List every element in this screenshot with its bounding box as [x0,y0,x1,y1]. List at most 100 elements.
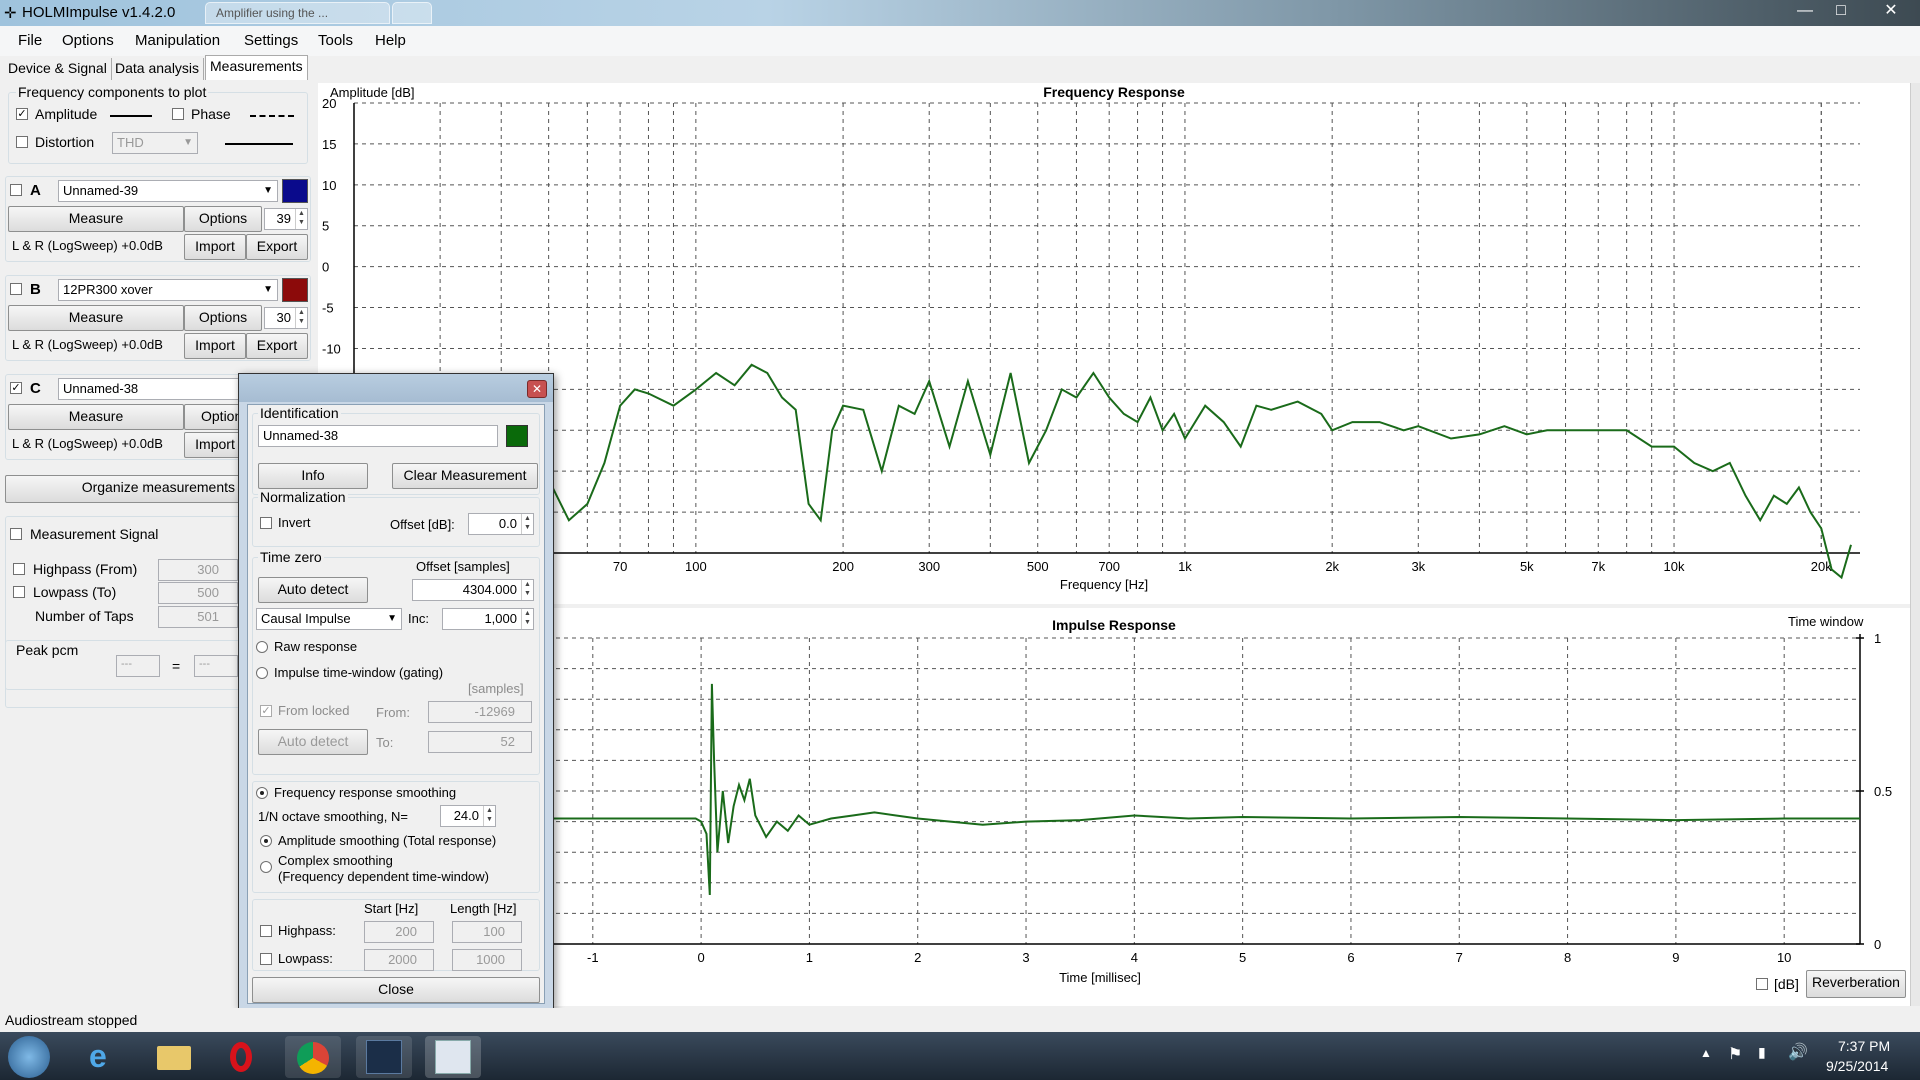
to-input[interactable]: 52 [428,731,532,753]
measurement-b-export-button[interactable]: Export [246,333,308,359]
measurement-signal-checkbox[interactable] [10,528,22,540]
frequency-response-chart[interactable]: Frequency Response Amplitude [dB] 20 15 10 5 0… [318,83,1910,604]
spinner-icon[interactable]: ▲ ▼ [295,209,307,229]
menu-manipulation[interactable]: Manipulation [135,32,220,49]
offset-db-input[interactable]: 0.0 ▲ ▼ [468,513,534,535]
spinner-icon[interactable]: ▲ ▼ [295,308,307,328]
freq-y-tick-label: -10 [322,341,341,356]
measurement-c-checkbox[interactable]: ✓ [10,382,22,394]
minimize-button[interactable]: — [1786,0,1824,22]
amp-smoothing-radio[interactable] [260,835,272,847]
highpass-from-checkbox[interactable] [13,563,25,575]
auto-detect-gating-button[interactable]: Auto detect [258,729,368,755]
menu-settings[interactable]: Settings [244,32,298,49]
smoothing-radio[interactable] [256,787,268,799]
lowpass-start-value: 2000 [388,952,417,967]
close-window-button[interactable]: ✕ [1866,0,1916,22]
measurement-a-count[interactable]: 39 ▲ ▼ [264,208,308,230]
gating-radio[interactable] [256,667,268,679]
measurement-b-import-button[interactable]: Import [184,333,246,359]
menu-tools[interactable]: Tools [318,32,353,49]
auto-detect-button[interactable]: Auto detect [258,577,368,603]
opera-icon[interactable] [216,1036,272,1078]
browser-tab-empty[interactable] [392,2,432,24]
lowpass-length-input[interactable]: 1000 [452,949,522,971]
clock-date[interactable]: 9/25/2014 [1826,1058,1888,1074]
offset-samples-input[interactable]: 4304.000 ▲ ▼ [412,579,534,601]
chrome-icon[interactable] [285,1036,341,1078]
db-checkbox[interactable] [1756,978,1768,990]
tray-arrow-icon[interactable]: ▲ [1700,1046,1712,1060]
measurement-a-checkbox[interactable] [10,184,22,196]
raw-response-radio[interactable] [256,641,268,653]
spinner-icon[interactable]: ▲ ▼ [521,609,533,629]
menu-options[interactable]: Options [62,32,114,49]
measurement-a-export-button[interactable]: Export [246,234,308,260]
menu-file[interactable]: File [18,32,42,49]
from-locked-checkbox[interactable]: ✓ [260,705,272,717]
dialog-color-swatch[interactable] [506,425,528,447]
spinner-icon[interactable]: ▲ ▼ [521,580,533,600]
reverberation-button[interactable]: Reverberation [1806,970,1906,998]
dialog-close-button[interactable]: ✕ [527,380,547,398]
from-input[interactable]: -12969 [428,701,532,723]
complex-smoothing-radio[interactable] [260,861,272,873]
dialog-name-input[interactable]: Unnamed-38 [258,425,498,447]
measurement-a-color[interactable] [282,179,308,203]
amplitude-checkbox[interactable]: ✓ [16,108,28,120]
internet-explorer-icon[interactable]: e [75,1036,131,1078]
distortion-select[interactable]: THD ▼ [112,132,198,154]
measurement-a-options-button[interactable]: Options [184,206,262,232]
tab-device-signal[interactable]: Device & Signal [4,58,112,81]
highpass-length-input[interactable]: 100 [452,921,522,943]
start-button-icon[interactable] [8,1036,50,1078]
measurement-b-options-button[interactable]: Options [184,305,262,331]
measurement-b-color[interactable] [282,278,308,302]
lowpass-to-input[interactable]: 500 [158,582,238,604]
number-of-taps-input[interactable]: 501 [158,606,238,628]
impulse-type-select[interactable]: Causal Impulse ▼ [256,608,402,630]
measurement-b-select[interactable]: 12PR300 xover ▼ [58,279,278,301]
measurement-b-checkbox[interactable] [10,283,22,295]
volume-icon[interactable]: 🔊 [1788,1042,1808,1062]
to-value: 52 [500,734,515,749]
spinner-icon[interactable]: ▲ ▼ [521,514,533,534]
clear-measurement-button[interactable]: Clear Measurement [392,463,538,489]
right-scrollbar[interactable] [1910,83,1920,1006]
distortion-checkbox[interactable] [16,136,28,148]
invert-checkbox[interactable] [260,517,272,529]
maximize-button[interactable]: □ [1822,0,1860,22]
freq-x-tick-label: 700 [1098,559,1120,574]
menu-help[interactable]: Help [375,32,406,49]
flag-icon[interactable]: ⚑ [1728,1044,1742,1064]
measurement-a-import-button[interactable]: Import [184,234,246,260]
holmimpulse-icon[interactable] [425,1036,481,1078]
measurement-a-measure-button[interactable]: Measure [8,206,184,232]
winisd-icon[interactable] [356,1036,412,1078]
network-icon[interactable]: ▮ [1758,1044,1766,1061]
clock-time[interactable]: 7:37 PM [1838,1038,1890,1054]
imp-x-tick-label: 10 [1777,950,1791,965]
lowpass-to-checkbox[interactable] [13,586,25,598]
tab-measurements[interactable]: Measurements [205,55,308,81]
spinner-icon[interactable]: ▲ ▼ [483,806,495,826]
highpass-from-input[interactable]: 300 [158,559,238,581]
file-explorer-icon[interactable] [145,1036,201,1078]
dialog-close-action-button[interactable]: Close [252,977,540,1003]
octave-input[interactable]: 24.0 ▲ ▼ [440,805,496,827]
dialog-lowpass-checkbox[interactable] [260,953,272,965]
browser-tab[interactable]: Amplifier using the ... [205,2,390,24]
measurement-b-measure-button[interactable]: Measure [8,305,184,331]
measurement-c-measure-button[interactable]: Measure [8,404,184,430]
measurement-b-count[interactable]: 30 ▲ ▼ [264,307,308,329]
measurement-c-import-button[interactable]: Import [184,432,246,458]
measurement-a-select[interactable]: Unnamed-39 ▼ [58,180,278,202]
inc-input[interactable]: 1,000 ▲ ▼ [442,608,534,630]
dialog-highpass-checkbox[interactable] [260,925,272,937]
highpass-start-input[interactable]: 200 [364,921,434,943]
lowpass-start-input[interactable]: 2000 [364,949,434,971]
info-button[interactable]: Info [258,463,368,489]
phase-checkbox[interactable] [172,108,184,120]
impulse-response-chart[interactable]: Impulse Response-2-101234567891010.50Tim… [318,608,1910,1006]
tab-data-analysis[interactable]: Data analysis [111,58,205,81]
